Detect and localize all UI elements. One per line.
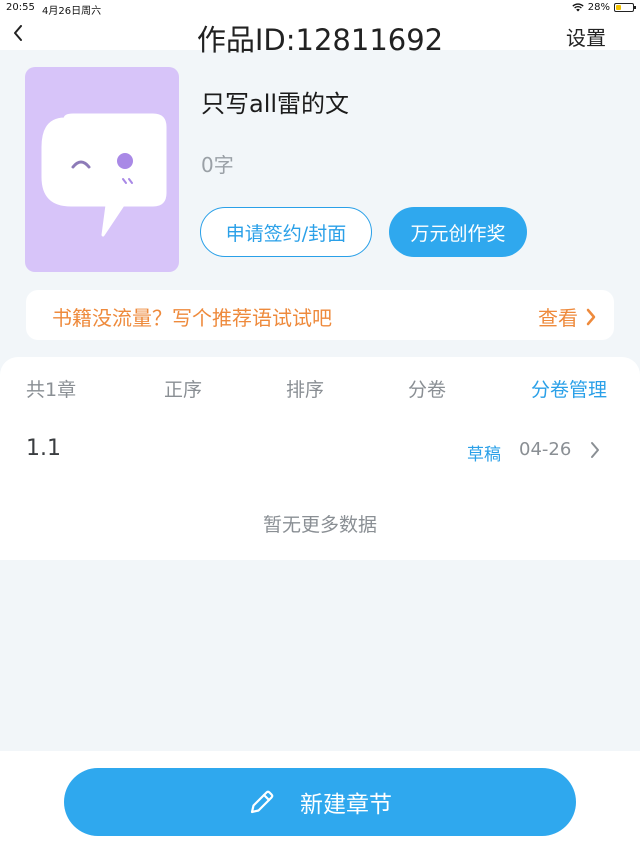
- new-chapter-label: 新建章节: [300, 792, 392, 818]
- new-chapter-button[interactable]: 新建章节: [64, 768, 576, 836]
- status-badge: 草稿: [467, 445, 501, 465]
- tab-volume-manage[interactable]: 分卷管理: [531, 375, 607, 402]
- promo-link-label: 查看: [538, 306, 578, 330]
- status-date: 4月26日周六: [42, 6, 102, 17]
- bottom-bar: 新建章节: [0, 751, 640, 853]
- status-right: 28%: [572, 2, 636, 13]
- promo-text: 书籍没流量？写个推荐语试试吧: [52, 306, 332, 330]
- apply-contract-button[interactable]: 申请签约/封面: [200, 207, 372, 257]
- creation-award-button[interactable]: 万元创作奖: [389, 207, 527, 257]
- tab-volume[interactable]: 分卷: [408, 375, 446, 402]
- chapter-panel: 共1章 正序 排序 分卷 分卷管理 1.1 草稿 04-26 暂无更多数据: [0, 357, 640, 560]
- status-bar: 20:55 4月26日周六 28%: [0, 0, 640, 17]
- chapter-name: 1.1: [26, 436, 61, 461]
- wifi-icon: [572, 3, 584, 12]
- chapter-count: 共1章: [26, 379, 77, 401]
- battery-icon: [614, 3, 636, 12]
- chapter-tabs: 共1章 正序 排序 分卷 分卷管理: [0, 371, 640, 403]
- pencil-icon: [250, 790, 274, 814]
- promo-banner[interactable]: 书籍没流量？写个推荐语试试吧 查看: [26, 290, 614, 340]
- book-title[interactable]: 只写all雷的文: [201, 84, 349, 119]
- chat-bubble-icon: [41, 113, 167, 237]
- empty-note: 暂无更多数据: [262, 514, 377, 536]
- nav-bar: 作品ID:12811692 设置: [0, 16, 640, 57]
- tab-ascending[interactable]: 正序: [164, 375, 202, 402]
- page-title: 作品ID:12811692: [196, 23, 444, 57]
- settings-button[interactable]: 设置: [566, 22, 606, 51]
- battery-percent: 28%: [587, 2, 610, 13]
- status-time: 20:55: [6, 2, 35, 13]
- chevron-right-icon: [586, 308, 596, 325]
- promo-view-link[interactable]: 查看: [538, 302, 596, 331]
- list-item[interactable]: 1.1 草稿 04-26: [0, 430, 640, 474]
- word-count: 0字: [201, 153, 234, 177]
- tab-sort[interactable]: 排序: [286, 375, 324, 402]
- chevron-right-icon: [591, 442, 599, 458]
- book-cover[interactable]: [25, 67, 179, 272]
- chapter-date: 04-26: [519, 439, 572, 460]
